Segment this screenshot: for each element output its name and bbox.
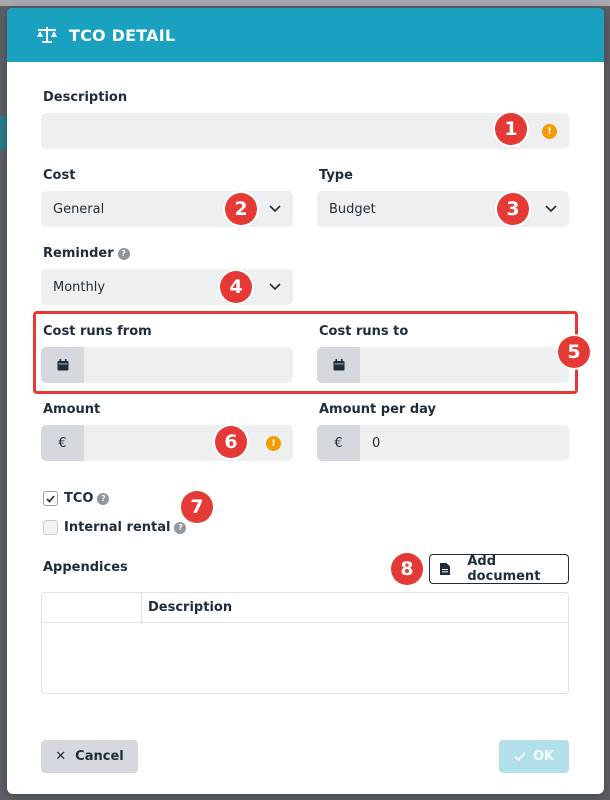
internal-rental-checkbox-label: Internal rental [64,520,171,535]
description-input[interactable]: ! [41,113,569,149]
cancel-button[interactable]: ✕ Cancel [41,740,138,773]
tco-detail-dialog: TCO DETAIL Description ! Cost General Ty… [7,8,604,794]
tco-checkbox[interactable] [43,491,58,506]
add-document-button[interactable]: Add document [429,554,569,584]
help-icon[interactable]: ? [117,247,130,260]
reminder-label: Reminder? [43,246,130,261]
cost-runs-from-input[interactable] [41,347,293,383]
amount-per-day-value: 0 [372,435,381,451]
cost-runs-to-label: Cost runs to [319,324,409,339]
annotation-marker-7: 7 [181,491,213,523]
calendar-icon[interactable] [41,347,84,383]
dialog-title: TCO DETAIL [69,25,176,45]
annotation-marker-2: 2 [225,193,257,225]
check-icon [514,752,526,761]
tco-checkbox-label: TCO [64,491,94,506]
type-label: Type [319,168,353,183]
annotation-marker-6: 6 [215,426,247,458]
dialog-header: TCO DETAIL [7,8,604,62]
cancel-label: Cancel [75,749,124,764]
description-label: Description [43,90,128,105]
amount-label: Amount [43,402,101,417]
add-document-label: Add document [467,554,541,584]
table-header: Description [42,593,568,623]
annotation-marker-1: 1 [495,113,527,145]
table-header-cell [42,593,142,622]
help-icon[interactable]: ? [174,521,187,534]
chevron-down-icon [533,205,569,213]
chevron-down-icon [257,283,293,291]
annotation-marker-8: 8 [391,553,423,585]
appendices-label: Appendices [43,560,128,575]
ok-button[interactable]: OK [499,740,569,773]
cost-runs-from-label: Cost runs from [43,324,152,339]
reminder-select[interactable]: Monthly [41,269,293,305]
calendar-icon[interactable] [317,347,360,383]
chevron-down-icon [257,205,293,213]
appendices-table: Description [41,592,569,694]
close-icon: ✕ [55,749,67,764]
table-header-description: Description [148,600,233,615]
reminder-label-text: Reminder [43,246,114,261]
annotation-marker-3: 3 [497,193,529,225]
internal-rental-checkbox-row[interactable]: Internal rental ? [43,520,187,535]
ok-label: OK [532,749,555,764]
annotation-marker-4: 4 [220,271,252,303]
document-icon [440,563,451,575]
warning-icon: ! [266,435,281,451]
background-strip [0,0,610,6]
currency-addon: € [41,425,84,461]
cost-label: Cost [43,168,76,183]
warning-icon: ! [542,123,557,139]
tco-checkbox-row[interactable]: TCO ? [43,491,110,506]
type-select[interactable]: Budget [317,191,569,227]
amount-per-day-label: Amount per day [319,402,436,417]
amount-input[interactable]: € ! [41,425,293,461]
amount-per-day-input[interactable]: € 0 [317,425,569,461]
scale-icon [36,25,60,45]
annotation-marker-5: 5 [558,336,590,368]
internal-rental-checkbox[interactable] [43,520,58,535]
currency-addon: € [317,425,360,461]
help-icon[interactable]: ? [97,492,110,505]
cost-runs-to-input[interactable] [317,347,569,383]
